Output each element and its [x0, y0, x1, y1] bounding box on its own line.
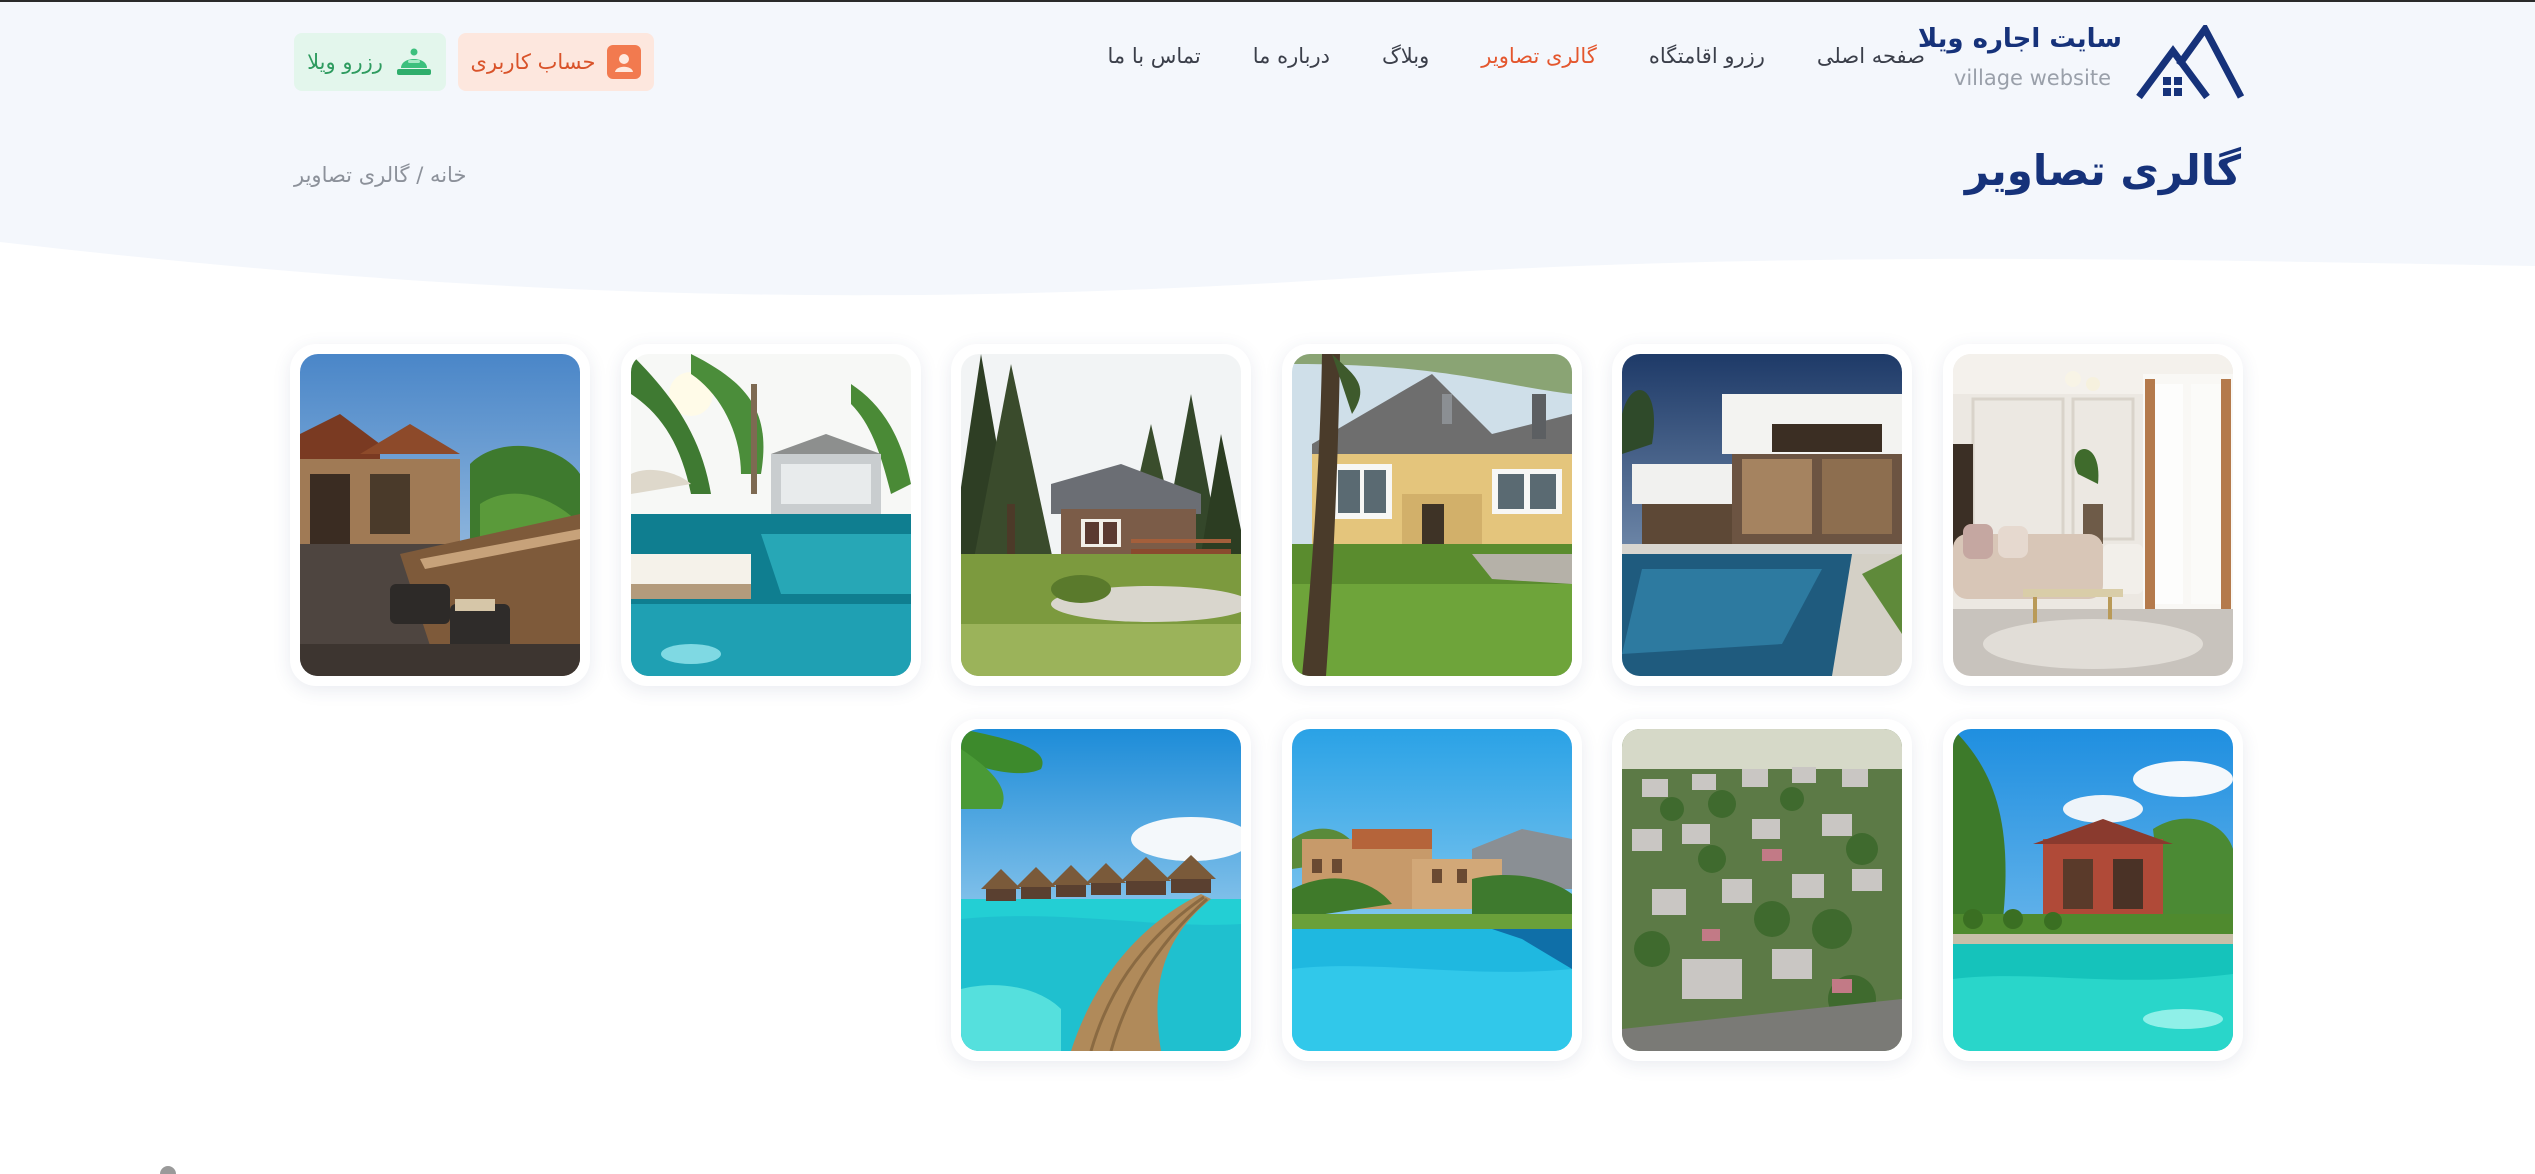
gallery-image-overwater-bungalows[interactable] [961, 729, 1241, 1051]
account-button[interactable]: حساب کاربری [458, 33, 654, 91]
hero-wave [0, 242, 2535, 310]
gallery-card[interactable] [1282, 719, 1582, 1061]
gallery-card[interactable] [290, 344, 590, 686]
gallery-card[interactable] [1282, 344, 1582, 686]
nav-item-contact[interactable]: تماس با ما [1108, 44, 1201, 68]
gallery-image-aerial-village[interactable] [1622, 729, 1902, 1051]
gallery-image-pine-cottage[interactable] [961, 354, 1241, 676]
page-title: گالری تصاویر [1964, 146, 2241, 195]
nav-item-gallery[interactable]: گالری تصاویر [1481, 44, 1597, 68]
gallery-card[interactable] [951, 719, 1251, 1061]
gallery-card[interactable] [951, 344, 1251, 686]
corner-decoration-icon [160, 1166, 176, 1174]
gallery-image-living-room[interactable] [1953, 354, 2233, 676]
brand-title: سایت اجاره ویلا [1917, 24, 2122, 54]
gallery-image-resort-pool[interactable] [631, 354, 911, 676]
gallery-card[interactable] [1612, 344, 1912, 686]
gallery-image-pool-villa[interactable] [1953, 729, 2233, 1051]
reserve-villa-button[interactable]: رزرو ویلا [294, 33, 446, 91]
breadcrumb[interactable]: خانه / گالری تصاویر [294, 163, 466, 187]
gallery-image-modern-villa[interactable] [1622, 354, 1902, 676]
nav-item-blog[interactable]: وبلاگ [1382, 44, 1429, 68]
user-icon [607, 45, 642, 79]
brand-subtitle: village website [1953, 66, 2111, 90]
gallery-card[interactable] [1612, 719, 1912, 1061]
logo-icon[interactable] [2135, 25, 2245, 100]
main-nav: صفحه اصلی رزرو اقامتگاه گالری تصاویر وبل… [1108, 44, 1926, 68]
gallery-card[interactable] [1943, 344, 2243, 686]
account-button-label: حساب کاربری [470, 50, 596, 74]
gallery-image-hotel-pool[interactable] [1292, 729, 1572, 1051]
gallery-image-yellow-house[interactable] [1292, 354, 1572, 676]
gallery-card[interactable] [1943, 719, 2243, 1061]
nav-item-booking[interactable]: رزرو اقامتگاه [1649, 44, 1765, 68]
nav-item-about[interactable]: درباره ما [1253, 44, 1330, 68]
gallery-image-thai-villa[interactable] [300, 354, 580, 676]
nav-item-home[interactable]: صفحه اصلی [1817, 44, 1925, 68]
reserve-button-label: رزرو ویلا [307, 50, 383, 74]
bell-icon [395, 42, 433, 82]
gallery-card[interactable] [621, 344, 921, 686]
